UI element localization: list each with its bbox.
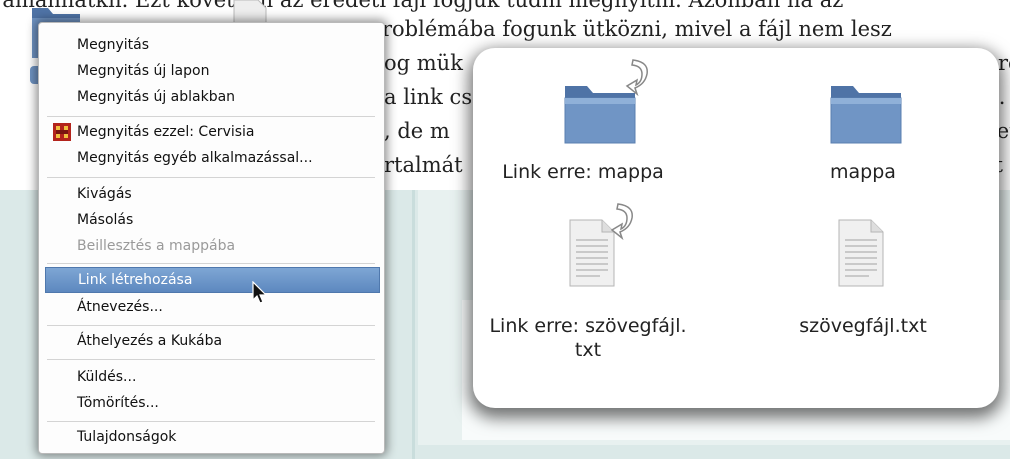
mouse-cursor-icon <box>252 281 268 304</box>
menu-item-label: Tulajdonságok <box>77 429 177 445</box>
menu-item-make-link[interactable]: Link létrehozása <box>45 267 380 293</box>
menu-item-paste-into-folder: Beillesztés a mappába <box>43 234 380 258</box>
link-arrow-icon <box>610 203 633 240</box>
menu-item-label: Átnevezés... <box>77 299 163 315</box>
menu-item-label: Másolás <box>77 212 134 228</box>
menu-item-label: Tömörítés... <box>77 395 159 411</box>
context-menu: Megnyitás Megnyitás új lapon Megnyitás ú… <box>38 22 385 454</box>
file-item-link-text-file[interactable]: Link erre: szövegfájl. txt <box>473 203 693 361</box>
menu-item-cut[interactable]: Kivágás <box>43 182 380 206</box>
document-line: Jamannatkn. Ezt követően az eredeti fájl… <box>0 0 844 12</box>
menu-item-compress[interactable]: Tömörítés... <box>43 391 380 415</box>
file-item-folder[interactable]: mappa <box>773 78 953 198</box>
menu-item-move-to-trash[interactable]: Áthelyezés a Kukába <box>43 329 380 353</box>
menu-item-label: Küldés... <box>77 369 137 385</box>
menu-item-label: Megnyitás egyéb alkalmazással... <box>77 150 313 166</box>
menu-item-label: Link létrehozása <box>78 272 193 288</box>
menu-item-label: Áthelyezés a Kukába <box>77 333 223 349</box>
menu-separator <box>47 177 375 178</box>
file-view-panel: Link erre: mappa mappa Link erre: szöveg… <box>473 48 999 408</box>
menu-item-label: Kivágás <box>77 186 132 202</box>
menu-item-label: Megnyitás új lapon <box>77 63 210 79</box>
file-item-label: txt <box>574 339 602 361</box>
cervisia-icon <box>53 123 71 141</box>
menu-item-rename[interactable]: Átnevezés... <box>43 295 380 319</box>
file-item-label: szövegfájl.txt <box>799 315 927 337</box>
menu-item-open-with-other[interactable]: Megnyitás egyéb alkalmazással... <box>43 146 380 170</box>
menu-item-properties[interactable]: Tulajdonságok <box>43 425 380 449</box>
menu-item-label: Megnyitás ezzel: Cervisia <box>77 124 255 140</box>
menu-item-send-to[interactable]: Küldés... <box>43 365 380 389</box>
menu-separator <box>47 421 375 422</box>
menu-item-open-with-cervisia[interactable]: Megnyitás ezzel: Cervisia <box>43 120 380 144</box>
menu-item-copy[interactable]: Másolás <box>43 208 380 232</box>
menu-separator <box>47 116 375 117</box>
menu-item-open[interactable]: Megnyitás <box>43 33 380 57</box>
document-line: , de m <box>384 119 450 143</box>
file-item-text-file[interactable]: szövegfájl.txt <box>773 218 973 338</box>
divider <box>412 190 415 459</box>
folder-icon <box>830 86 902 144</box>
link-arrow-icon <box>625 59 648 96</box>
menu-separator <box>47 325 375 326</box>
file-item-label: Link erre: mappa <box>502 161 664 183</box>
document-line: a link cs <box>384 85 473 109</box>
menu-separator <box>47 263 375 264</box>
menu-item-open-in-tab[interactable]: Megnyitás új lapon <box>43 59 380 83</box>
menu-item-label: Megnyitás <box>77 37 149 53</box>
file-item-label: mappa <box>830 161 896 183</box>
menu-item-label: Megnyitás új ablakban <box>77 89 236 105</box>
text-file-icon <box>838 219 884 287</box>
menu-item-label: Beillesztés a mappába <box>77 238 236 254</box>
menu-separator <box>47 359 375 360</box>
file-item-label: Link erre: szövegfájl. <box>489 315 687 337</box>
document-line: og mük <box>384 51 463 75</box>
menu-item-open-in-window[interactable]: Megnyitás új ablakban <box>43 85 380 109</box>
document-line: roblémába fogunk ütközni, mivel a fájl n… <box>382 17 892 41</box>
file-item-link-folder[interactable]: Link erre: mappa <box>483 59 683 198</box>
document-line: rtalmát <box>384 153 463 177</box>
document-line: re- <box>998 51 1010 75</box>
